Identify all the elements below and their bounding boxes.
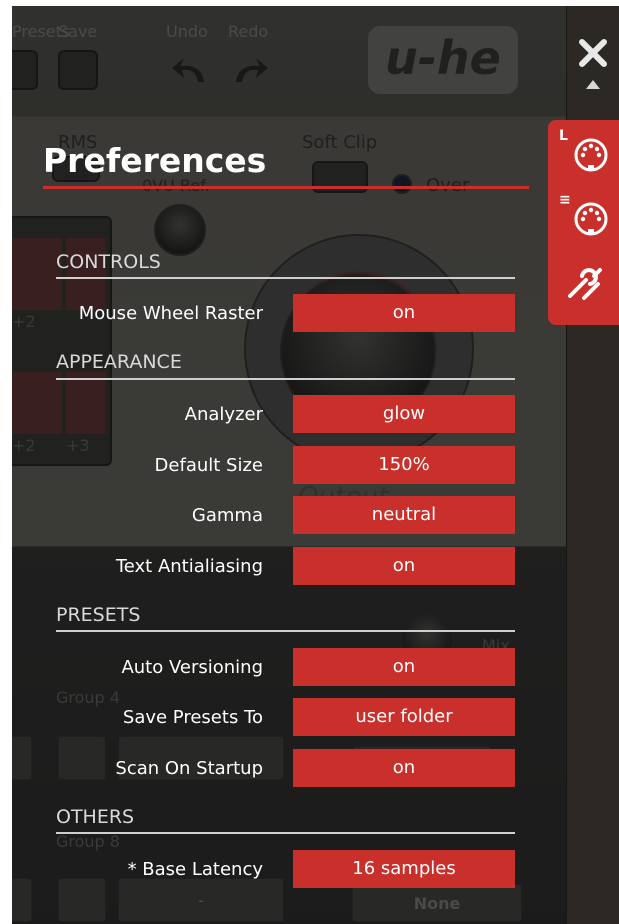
section-controls: CONTROLS [56,251,161,273]
section-controls-rule [56,277,515,279]
analyzer-value[interactable]: glow [293,395,515,433]
preferences-tab-strip: L ≡ [548,120,619,325]
tab-letter-list: ≡ [559,192,571,208]
section-appearance-rule [56,378,515,380]
save-presets-to-value[interactable]: user folder [293,698,515,736]
mouse-wheel-raster-label: Mouse Wheel Raster [78,303,263,324]
text-antialiasing-value[interactable]: on [293,547,515,585]
gamma-value[interactable]: neutral [293,496,515,534]
auto-versioning-label: Auto Versioning [121,657,263,678]
close-icon[interactable] [578,38,608,68]
default-size-value[interactable]: 150% [293,446,515,484]
tab-midi-learn[interactable]: L [548,122,619,184]
auto-versioning-value[interactable]: on [293,648,515,686]
tab-letter-l: L [559,128,568,144]
mouse-wheel-raster-value[interactable]: on [293,294,515,332]
tab-preferences[interactable] [548,252,619,314]
page-title: Preferences [43,141,267,180]
midi-icon [574,138,608,172]
save-presets-to-label: Save Presets To [122,707,263,728]
section-others-rule [56,832,515,834]
section-appearance: APPEARANCE [56,351,182,373]
base-latency-label: * Base Latency [127,859,263,880]
section-others: OTHERS [56,806,135,828]
base-latency-value[interactable]: 16 samples [293,850,515,888]
scroll-up-icon[interactable] [585,78,601,90]
section-presets: PRESETS [56,604,141,626]
gamma-label: Gamma [191,505,263,526]
midi-icon [574,202,608,236]
tab-midi-table[interactable]: ≡ [548,186,619,248]
default-size-label: Default Size [154,455,263,476]
scan-on-startup-label: Scan On Startup [115,758,263,779]
section-presets-rule [56,630,515,632]
text-antialiasing-label: Text Antialiasing [115,556,263,577]
scan-on-startup-value[interactable]: on [293,749,515,787]
tools-icon [568,268,602,300]
title-underline [43,186,529,189]
analyzer-label: Analyzer [184,404,263,425]
